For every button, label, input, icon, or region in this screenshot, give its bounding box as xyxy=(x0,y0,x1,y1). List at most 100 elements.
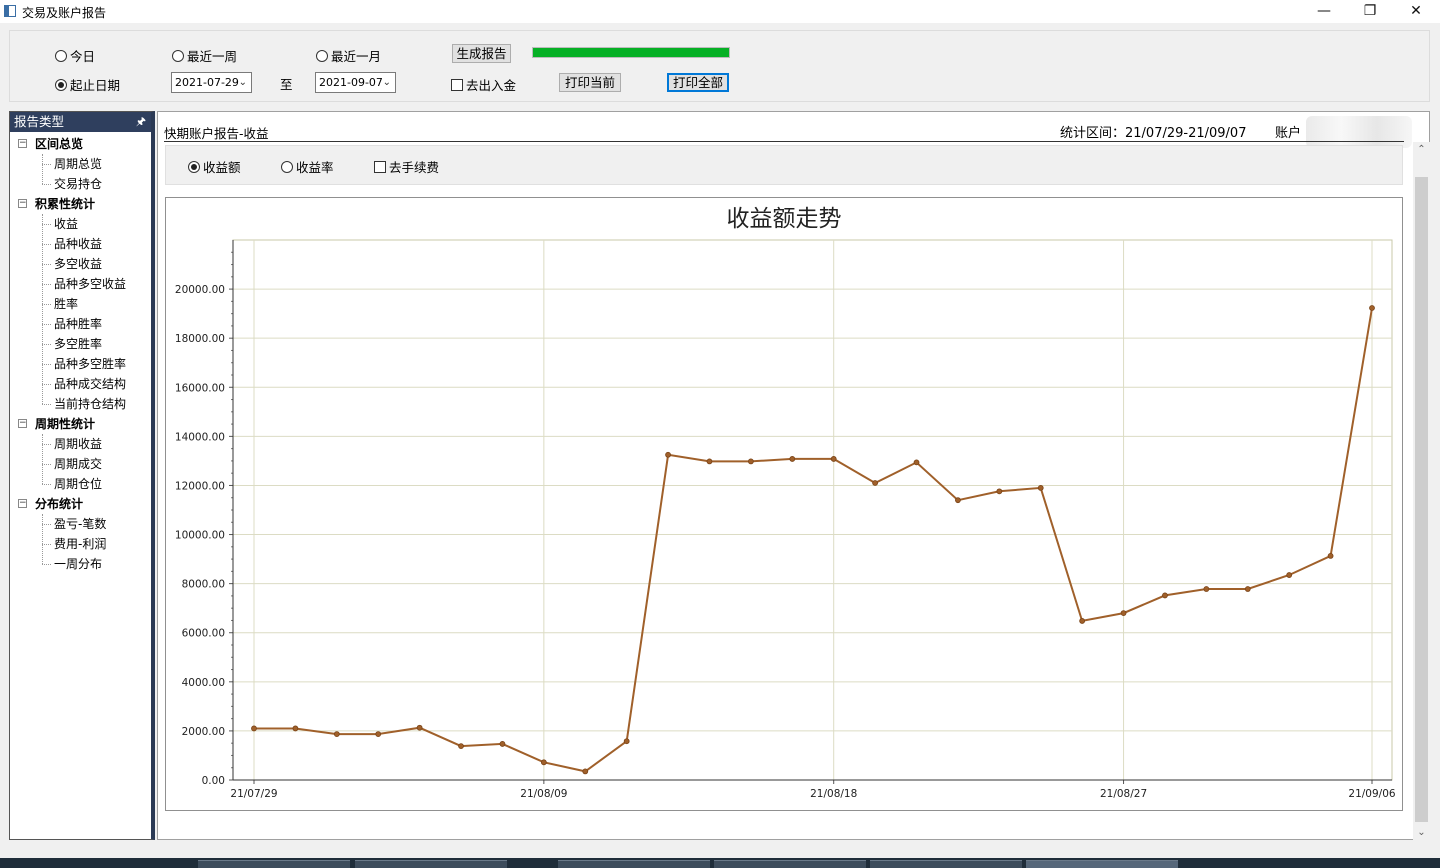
tree-item[interactable]: 盈亏-笔数 xyxy=(10,514,151,534)
collapse-icon[interactable]: − xyxy=(18,199,27,208)
tree-item[interactable]: 当前持仓结构 xyxy=(10,394,151,414)
start-date-value: 2021-07-29 xyxy=(175,76,239,89)
app-icon xyxy=(4,5,16,17)
tree-item[interactable]: 品种多空收益 xyxy=(10,274,151,294)
y-tick-label: 16000.00 xyxy=(175,382,225,394)
data-point xyxy=(1037,485,1044,491)
data-point xyxy=(1079,618,1086,624)
x-tick-label: 21/08/09 xyxy=(520,788,567,800)
y-tick-label: 8000.00 xyxy=(182,579,225,591)
tree-group[interactable]: − 周期性统计 xyxy=(10,414,151,434)
taskbar-button[interactable] xyxy=(870,860,1022,868)
profit-line-chart: 收益额走势 0.00 2000.00 4000.00 6000.00 8000.00 100… xyxy=(175,206,1396,800)
tree-item[interactable]: 周期仓位 xyxy=(10,474,151,494)
report-title: 快期账户报告-收益 xyxy=(164,126,269,141)
data-point xyxy=(872,480,879,486)
close-button[interactable]: ✕ xyxy=(1393,0,1439,23)
tree-group[interactable]: − 分布统计 xyxy=(10,494,151,514)
print-all-button[interactable]: 打印全部 xyxy=(667,73,729,92)
date-to-label: 至 xyxy=(280,77,293,92)
minimize-button[interactable]: — xyxy=(1301,0,1347,23)
exclude-deposit-checkbox[interactable]: 去出入金 xyxy=(451,75,516,94)
data-point xyxy=(955,497,961,504)
radio-date-range[interactable]: 起止日期 xyxy=(55,75,120,94)
scrollbar-thumb[interactable] xyxy=(1415,177,1428,822)
data-point xyxy=(499,741,506,747)
radio-profit-rate-indicator xyxy=(281,160,293,173)
tree-group[interactable]: − 积累性统计 xyxy=(10,194,151,214)
collapse-icon[interactable]: − xyxy=(18,499,27,508)
tree-item[interactable]: 费用-利润 xyxy=(10,534,151,554)
report-filter-panel: 今日 最近一周 最近一月 起止日期 2021-07-29 ⌄ 至 2021-09… xyxy=(9,30,1430,102)
tree-item[interactable]: 交易持仓 xyxy=(10,174,151,194)
progress-bar xyxy=(532,47,730,58)
end-date-picker[interactable]: 2021-09-07 ⌄ xyxy=(315,72,396,93)
end-date-value: 2021-09-07 xyxy=(319,76,383,89)
tree-item[interactable]: 品种胜率 xyxy=(10,314,151,334)
data-point xyxy=(789,456,796,462)
tree-group-label: 分布统计 xyxy=(35,497,84,511)
report-divider xyxy=(164,141,1404,142)
radio-last-week[interactable]: 最近一周 xyxy=(172,46,237,65)
tree-group-label: 周期性统计 xyxy=(35,417,96,431)
radio-profit-amount[interactable]: 收益额 xyxy=(188,157,241,176)
collapse-icon[interactable]: − xyxy=(18,419,27,428)
radio-last-month[interactable]: 最近一月 xyxy=(316,46,381,65)
tree-item[interactable]: 周期总览 xyxy=(10,154,151,174)
collapse-icon[interactable]: − xyxy=(18,139,27,148)
radio-date-range-indicator xyxy=(55,78,67,91)
exclude-fee-label: 去手续费 xyxy=(389,160,440,175)
radio-last-month-label: 最近一月 xyxy=(331,49,382,64)
tree-item[interactable]: 收益 xyxy=(10,214,151,234)
tree-group-label: 积累性统计 xyxy=(35,197,96,211)
data-point xyxy=(1286,572,1293,578)
y-tick-label: 2000.00 xyxy=(182,726,225,738)
data-point xyxy=(1162,592,1168,599)
tree-item[interactable]: 周期成交 xyxy=(10,454,151,474)
taskbar-button[interactable] xyxy=(558,860,710,868)
generate-report-button[interactable]: 生成报告 xyxy=(452,44,511,63)
y-tick-label: 12000.00 xyxy=(175,480,225,492)
data-point xyxy=(623,738,630,745)
y-tick-label: 10000.00 xyxy=(175,530,225,542)
report-type-tree: − 区间总览 周期总览 交易持仓 − 积累性统计 收益 品种收益 多空收益 品种多空收益 胜率 品种胜… xyxy=(10,132,151,574)
radio-last-month-indicator xyxy=(316,49,328,62)
scroll-down-icon[interactable]: ⌄ xyxy=(1413,827,1430,838)
tree-item[interactable]: 品种收益 xyxy=(10,234,151,254)
tree-group[interactable]: − 区间总览 xyxy=(10,134,151,154)
data-point xyxy=(996,488,1003,495)
data-point xyxy=(1327,552,1334,559)
taskbar-button[interactable] xyxy=(1026,860,1178,868)
tree-item[interactable]: 周期收益 xyxy=(10,434,151,454)
radio-profit-rate[interactable]: 收益率 xyxy=(281,157,334,176)
scroll-up-icon[interactable]: ⌃ xyxy=(1413,144,1430,155)
radio-today[interactable]: 今日 xyxy=(55,46,95,65)
chevron-down-icon[interactable]: ⌄ xyxy=(383,73,391,92)
exclude-fee-box xyxy=(374,160,386,173)
taskbar-button[interactable] xyxy=(355,860,507,868)
report-range: 统计区间：21/07/29-21/09/07 xyxy=(1060,126,1247,141)
window-title: 交易及账户报告 xyxy=(22,6,107,20)
exclude-deposit-box xyxy=(451,78,463,91)
tree-item[interactable]: 多空胜率 xyxy=(10,334,151,354)
taskbar-button[interactable] xyxy=(198,860,350,868)
tree-item[interactable]: 品种多空胜率 xyxy=(10,354,151,374)
exclude-deposit-label: 去出入金 xyxy=(466,78,517,93)
tree-item[interactable]: 品种成交结构 xyxy=(10,374,151,394)
vertical-scrollbar[interactable]: ⌃ ⌄ xyxy=(1413,142,1430,840)
start-date-picker[interactable]: 2021-07-29 ⌄ xyxy=(171,72,252,93)
radio-profit-amount-indicator xyxy=(188,160,200,173)
y-tick-label: 0.00 xyxy=(202,775,225,787)
data-point xyxy=(1244,586,1251,592)
taskbar-button[interactable] xyxy=(714,860,866,868)
tree-item[interactable]: 胜率 xyxy=(10,294,151,314)
tree-item[interactable]: 多空收益 xyxy=(10,254,151,274)
exclude-fee-checkbox[interactable]: 去手续费 xyxy=(374,157,439,176)
print-current-button[interactable]: 打印当前 xyxy=(559,73,621,92)
restore-button[interactable]: ❐ xyxy=(1347,0,1393,23)
chevron-down-icon[interactable]: ⌄ xyxy=(239,73,247,92)
chart-options-panel: 收益额 收益率 去手续费 xyxy=(165,145,1403,185)
tree-item[interactable]: 一周分布 xyxy=(10,554,151,574)
radio-profit-rate-label: 收益率 xyxy=(296,160,334,175)
pin-icon[interactable]: 🖈 xyxy=(136,112,146,132)
